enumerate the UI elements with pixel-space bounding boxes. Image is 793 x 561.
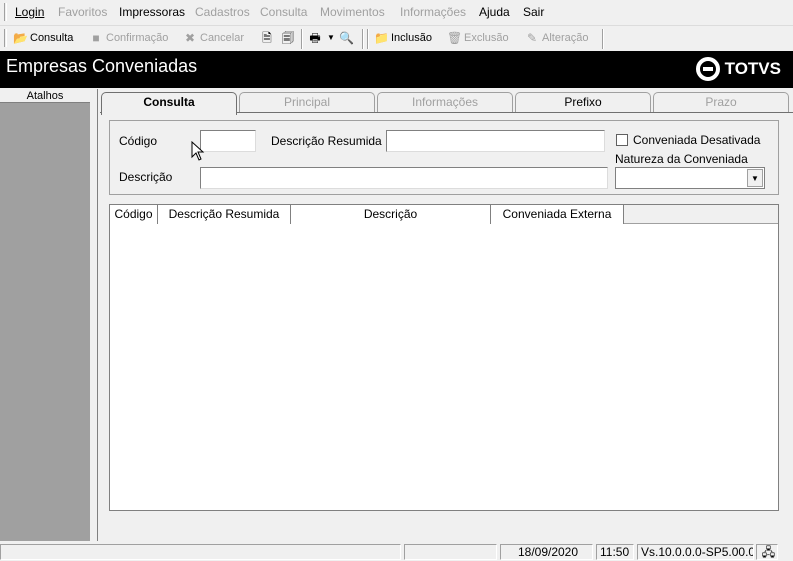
alteracao-label: Alteração [542,32,589,44]
status-version: Vs.10.0.0.0-SP5.00.0.0 [637,544,754,560]
sidebar-title[interactable]: Atalhos [0,89,90,103]
toolbar-separator [301,29,303,49]
toolbar-grip [4,29,7,47]
natureza-label: Natureza da Conveniada [615,152,748,166]
delete-icon: 🗑 [447,31,463,45]
descricao-resumida-label: Descrição Resumida [271,134,382,148]
page-title: Empresas Conveniadas [6,56,198,76]
menu-consulta[interactable]: Consulta [260,5,307,19]
tab-prazo[interactable]: Prazo [653,92,789,112]
search-folder-icon: 📂 [13,31,28,45]
inclusao-button[interactable]: 📁 Inclusão [374,31,432,45]
column-header-conveniada-externa[interactable]: Conveniada Externa [491,205,624,224]
menu-impressoras[interactable]: Impressoras [119,5,185,19]
alteracao-button[interactable]: ✎ Alteração [525,31,589,45]
cancelar-button[interactable]: ✖ Cancelar [183,31,244,45]
column-header-descricao[interactable]: Descrição [291,205,491,224]
column-header-descricao-resumida[interactable]: Descrição Resumida [158,205,291,224]
menu-ajuda[interactable]: Ajuda [479,5,510,19]
consulta-label: Consulta [30,32,74,44]
menu-sair[interactable]: Sair [523,5,544,19]
menu-movimentos[interactable]: Movimentos [320,5,385,19]
totvs-logo-icon [695,57,720,81]
window-header: Empresas Conveniadas TOTVS [0,51,793,88]
edit-icon: ✎ [526,31,538,45]
grid-header: Código Descrição Resumida Descrição Conv… [110,205,778,224]
status-message [0,544,401,560]
menu-cadastros[interactable]: Cadastros [195,5,250,19]
codigo-label: Código [119,134,158,148]
folder-add-icon: 📁 [374,31,389,45]
search-key-icon[interactable]: 🔍 [339,31,354,45]
menu-informacoes[interactable]: Informações [400,5,466,19]
status-panel [404,544,497,560]
totvs-logo-text: TOTVS [724,59,781,78]
new-document-icon[interactable]: 🗎 [260,31,274,45]
network-icon[interactable]: 🖧 [756,544,778,560]
column-header-codigo[interactable]: Código [110,205,158,224]
tab-principal[interactable]: Principal [239,92,375,112]
codigo-input[interactable] [200,130,256,152]
descricao-resumida-input[interactable] [386,130,605,152]
natureza-select[interactable]: ▼ [615,167,765,189]
toolbar-separator [602,29,604,49]
descricao-input[interactable] [200,167,608,189]
inclusao-label: Inclusão [391,32,432,44]
tab-prefixo[interactable]: Prefixo [515,92,651,112]
menu-grip [4,3,7,21]
sidebar: Atalhos [0,89,90,541]
consulta-button[interactable]: 📂 Consulta [13,31,73,45]
copy-icon[interactable]: 🗐 [281,31,295,45]
mouse-cursor-icon [191,141,205,161]
menu-bar: Login Favoritos Impressoras Cadastros Co… [0,0,793,24]
cancelar-label: Cancelar [200,32,245,44]
totvs-logo: TOTVS [695,57,781,81]
results-grid[interactable]: Código Descrição Resumida Descrição Conv… [109,204,779,511]
status-bar: 18/09/2020 11:50 Vs.10.0.0.0-SP5.00.0.0 … [0,543,793,561]
toolbar: 📂 Consulta ■ Confirmação ✖ Cancelar 🗎 🗐 … [0,25,793,51]
descricao-label: Descrição [119,170,173,184]
toolbar-separator [367,29,369,49]
chevron-down-icon[interactable]: ▼ [747,169,763,187]
cancel-icon: ✖ [184,31,196,45]
status-date: 18/09/2020 [500,544,593,560]
menu-favoritos[interactable]: Favoritos [58,5,107,19]
menu-login[interactable]: Login [15,5,44,19]
tab-informacoes[interactable]: Informações [377,92,513,112]
toolbar-separator [362,29,364,49]
confirmacao-label: Confirmação [106,32,169,44]
save-icon: ■ [92,31,100,45]
tab-consulta[interactable]: Consulta [101,92,237,115]
exclusao-label: Exclusão [464,32,509,44]
confirmacao-button[interactable]: ■ Confirmação [89,31,168,45]
exclusao-button[interactable]: 🗑 Exclusão [447,31,509,45]
status-time: 11:50 [596,544,634,560]
chevron-down-icon[interactable]: ▼ [327,33,335,42]
conveniada-desativada-label: Conveniada Desativada [633,133,761,147]
printer-icon[interactable]: 🖶 [308,31,322,45]
conveniada-desativada-checkbox[interactable] [616,134,628,146]
